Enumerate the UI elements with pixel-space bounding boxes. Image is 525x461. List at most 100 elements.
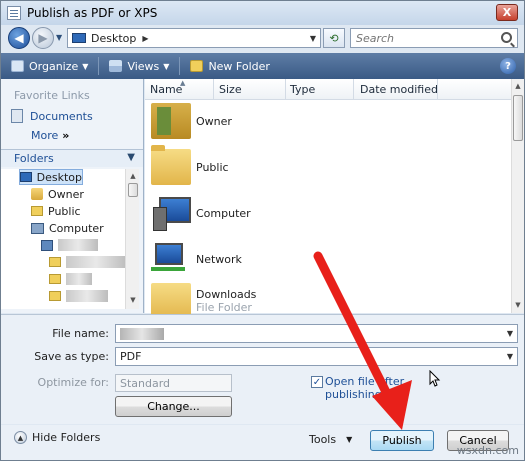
tools-label: Tools [309,433,337,446]
organize-icon [11,60,24,72]
tree-item-redacted[interactable] [49,254,125,270]
drive-icon [41,239,53,251]
forward-button[interactable]: ▶ [32,27,54,49]
folders-toggle[interactable]: Folders ▼ [1,149,143,167]
command-toolbar: Organize ▼ Views ▼ New Folder ? [1,53,524,79]
tree-item-label: Computer [49,221,104,235]
tree-item-redacted[interactable] [49,271,92,287]
sort-arrow-icon: ▲ [180,79,186,87]
tree-item-label: Desktop [36,170,82,184]
dialog-footer: ▲ Hide Folders Tools ▼ Publish Cancel [1,425,524,460]
favorite-link-documents[interactable]: Documents [11,109,93,123]
tools-button[interactable]: Tools ▼ [309,433,352,446]
open-file-label-line1: Open file after [325,375,405,388]
file-item-computer[interactable]: Computer [151,195,251,231]
tree-item-computer[interactable]: Computer [31,220,104,236]
column-name[interactable]: Name ▲ [150,79,185,96]
address-bar[interactable]: Desktop ▶ ▼ [67,28,321,48]
file-item-network[interactable]: Network [151,241,242,277]
file-item-label: Computer [196,206,251,220]
recent-pages-dropdown-icon[interactable]: ▼ [56,33,64,42]
folder-tree: Desktop Owner Public Computer [1,169,125,309]
tree-item-redacted[interactable] [41,237,98,253]
chevron-down-icon[interactable]: ▼ [507,329,513,338]
scroll-down-icon[interactable]: ▼ [128,295,138,305]
computer-icon [151,195,191,231]
views-icon [109,60,123,72]
address-row: ◀ ▶ ▼ Desktop ▶ ▼ ⟲ [1,25,524,51]
organize-button[interactable]: Organize ▼ [11,60,88,73]
tree-item-label: Public [48,204,81,218]
breadcrumb-chevron-icon[interactable]: ▶ [142,34,148,43]
file-item-label: Network [196,252,242,266]
new-folder-button[interactable]: New Folder [190,60,270,73]
tree-item-label: Owner [48,187,84,201]
save-as-type-select[interactable]: PDF ▼ [115,347,518,366]
column-type[interactable]: Type [290,83,315,96]
column-name-label: Name [150,83,183,96]
redacted-label [66,290,108,302]
file-list-scrollbar[interactable]: ▲ ▼ [511,79,524,313]
file-list: Name ▲ Size Type Date modified ▲ ▼ Owner … [145,79,524,319]
tree-item-redacted[interactable] [49,288,108,304]
file-item-public[interactable]: Public [151,145,229,185]
scroll-down-icon[interactable]: ▼ [513,300,523,310]
publish-dialog: Publish as PDF or XPS X ◀ ▶ ▼ Desktop ▶ … [0,0,525,461]
hide-folders-button[interactable]: ▲ Hide Folders [14,431,100,444]
column-divider[interactable] [437,79,438,100]
column-divider[interactable] [353,79,354,100]
desktop-icon [72,33,86,43]
scroll-thumb[interactable] [513,95,523,141]
user-folder-icon [151,103,191,139]
save-as-type-value: PDF [120,350,142,363]
scroll-thumb[interactable] [128,183,138,197]
more-links[interactable]: More» [31,129,69,142]
open-file-label[interactable]: Open file after publishing [325,375,404,401]
help-icon[interactable]: ? [500,58,516,74]
views-button[interactable]: Views ▼ [109,60,169,73]
folder-icon [49,291,61,301]
folder-icon [49,257,61,267]
column-size[interactable]: Size [219,83,242,96]
chevron-down-icon: ▼ [127,152,135,163]
title-bar: Publish as PDF or XPS X [1,1,524,25]
views-label: Views [127,59,160,73]
publish-button[interactable]: Publish [370,430,434,451]
column-date-modified[interactable]: Date modified [360,83,438,96]
search-icon[interactable] [501,32,512,43]
column-divider[interactable] [213,79,214,100]
chevron-down-icon: ▼ [82,61,89,71]
hide-folders-label: Hide Folders [32,431,101,444]
chevron-down-icon: ▼ [346,435,353,444]
chevron-up-icon: ▲ [14,431,27,444]
file-item-owner[interactable]: Owner [151,103,232,139]
column-divider[interactable] [285,79,286,100]
file-name-field[interactable]: ▼ [115,324,518,343]
tree-scrollbar[interactable]: ▲ ▼ [125,169,139,309]
scroll-up-icon[interactable]: ▲ [128,171,138,181]
redacted-file-name [120,327,164,340]
refresh-button[interactable]: ⟲ [323,28,345,48]
tree-item-desktop[interactable]: Desktop [19,169,83,185]
redacted-label [58,239,98,251]
back-button[interactable]: ◀ [8,27,30,49]
documents-label: Documents [30,109,93,123]
redacted-label [66,273,92,285]
chevron-down-icon[interactable]: ▼ [507,352,513,361]
double-chevron-icon: » [62,129,70,142]
tree-item-public[interactable]: Public [31,203,81,219]
address-dropdown-icon[interactable]: ▼ [310,34,316,43]
open-file-checkbox[interactable]: ✓ [311,376,323,388]
scroll-up-icon[interactable]: ▲ [513,81,523,91]
search-box[interactable] [350,28,518,48]
change-button[interactable]: Change... [115,396,232,417]
redacted-label [66,256,125,268]
network-icon [151,241,191,277]
tree-item-owner[interactable]: Owner [31,186,84,202]
user-folder-icon [31,188,43,200]
computer-icon [31,222,44,234]
file-item-text: Downloads File Folder [196,288,256,314]
close-button[interactable]: X [496,4,518,21]
search-input[interactable] [356,31,496,45]
chevron-down-icon: ▼ [163,61,170,71]
